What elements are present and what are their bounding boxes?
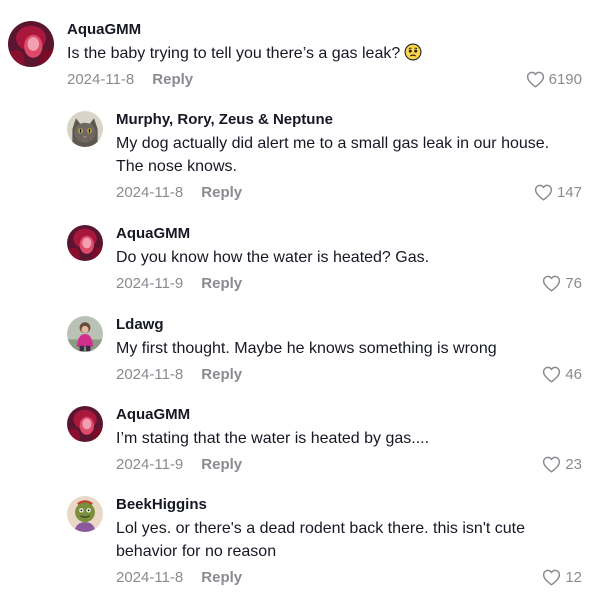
- aquagmm-avatar-icon: [67, 406, 103, 442]
- comment-meta: 2024-11-9 Reply 23: [116, 453, 582, 475]
- comment-username[interactable]: AquaGMM: [67, 21, 582, 39]
- heart-icon: [526, 71, 545, 88]
- avatar[interactable]: [67, 316, 103, 352]
- comment-text: My dog actually did alert me to a small …: [116, 135, 550, 175]
- comment-text: Lol yes. or there's a dead rodent back t…: [116, 520, 526, 560]
- reply-button[interactable]: Reply: [201, 275, 242, 292]
- like-button[interactable]: 6190: [526, 71, 582, 88]
- worried-face-emoji-icon: [404, 43, 422, 61]
- avatar[interactable]: [67, 225, 103, 261]
- cat-avatar-icon: [67, 111, 103, 147]
- like-button[interactable]: 46: [542, 366, 582, 383]
- reply-button[interactable]: Reply: [201, 569, 242, 586]
- like-count: 147: [556, 183, 582, 201]
- comment-meta: 2024-11-8 Reply 12: [116, 566, 582, 588]
- reply-button[interactable]: Reply: [201, 456, 242, 473]
- comment-meta: 2024-11-8 Reply 6190: [67, 68, 582, 90]
- comment-text: My first thought. Maybe he knows somethi…: [116, 340, 497, 357]
- like-count: 76: [565, 274, 582, 292]
- like-count: 46: [565, 365, 582, 383]
- aquagmm-avatar-icon: [8, 21, 54, 67]
- avatar[interactable]: [67, 111, 103, 147]
- like-button[interactable]: 147: [534, 184, 582, 201]
- comment-meta: 2024-11-8 Reply 46: [116, 363, 582, 385]
- reply-button[interactable]: Reply: [152, 71, 193, 88]
- aquagmm-avatar-icon: [67, 225, 103, 261]
- comment-text: Is the baby trying to tell you there’s a…: [67, 42, 582, 65]
- avatar[interactable]: [8, 21, 54, 67]
- comment-meta: 2024-11-8 Reply 147: [116, 181, 582, 203]
- comment-date: 2024-11-9: [116, 455, 184, 473]
- comment-username[interactable]: AquaGMM: [116, 225, 582, 243]
- reply-button[interactable]: Reply: [201, 184, 242, 201]
- comment-date: 2024-11-8: [67, 70, 135, 88]
- comment-text: Do you know how the water is heated? Gas…: [116, 249, 430, 266]
- comment-username[interactable]: Murphy, Rory, Zeus & Neptune: [116, 111, 582, 129]
- reply-button[interactable]: Reply: [201, 366, 242, 383]
- like-count: 23: [565, 455, 582, 473]
- avatar[interactable]: [67, 406, 103, 442]
- heart-icon: [542, 569, 561, 586]
- comment-username[interactable]: Ldawg: [116, 316, 582, 334]
- avatar[interactable]: [67, 496, 103, 532]
- comment-date: 2024-11-9: [116, 274, 184, 292]
- beekhiggins-avatar-icon: [67, 496, 103, 532]
- comment-meta: 2024-11-9 Reply 76: [116, 272, 582, 294]
- like-count: 12: [565, 568, 582, 586]
- like-count: 6190: [548, 70, 582, 88]
- comment-date: 2024-11-8: [116, 365, 184, 383]
- heart-icon: [542, 456, 561, 473]
- comment-username[interactable]: BeekHiggins: [116, 496, 582, 514]
- comment-username[interactable]: AquaGMM: [116, 406, 582, 424]
- heart-icon: [542, 366, 561, 383]
- like-button[interactable]: 12: [542, 569, 582, 586]
- comment-date: 2024-11-8: [116, 568, 184, 586]
- like-button[interactable]: 23: [542, 456, 582, 473]
- like-button[interactable]: 76: [542, 275, 582, 292]
- comment-date: 2024-11-8: [116, 183, 184, 201]
- ldawg-avatar-icon: [67, 316, 103, 352]
- heart-icon: [534, 184, 553, 201]
- comment-text: I’m stating that the water is heated by …: [116, 430, 430, 447]
- heart-icon: [542, 275, 561, 292]
